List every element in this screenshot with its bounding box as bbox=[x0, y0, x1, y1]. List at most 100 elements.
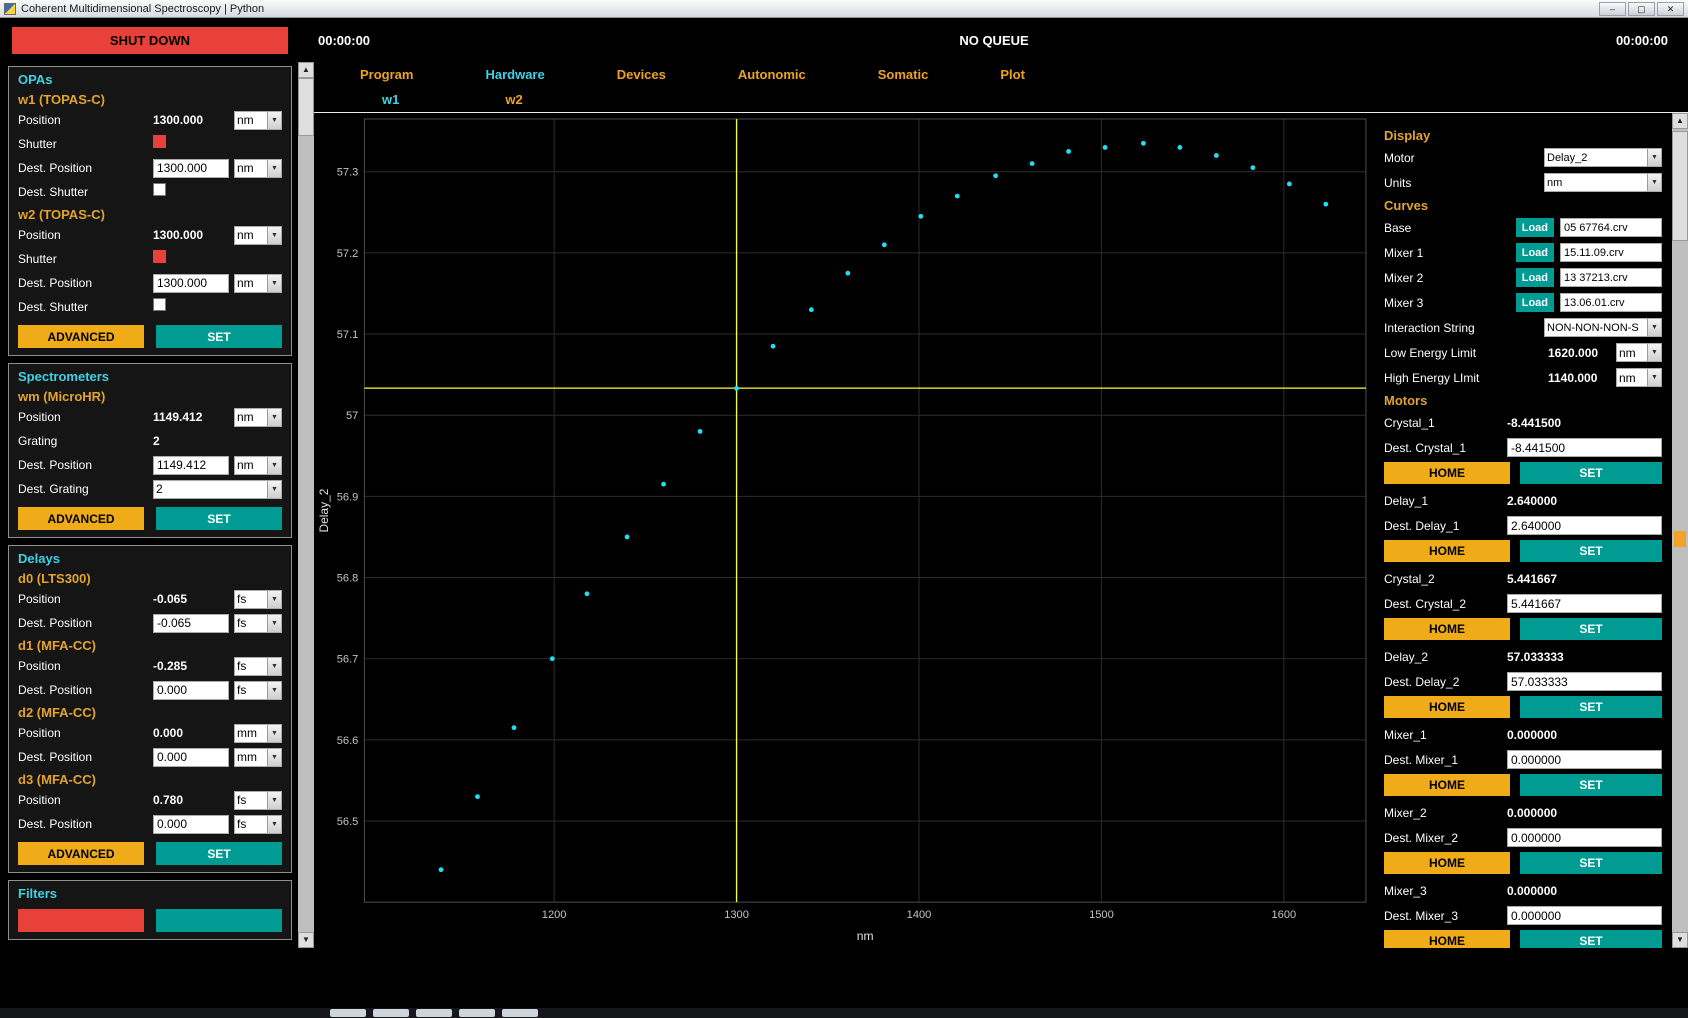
set-button[interactable]: SET bbox=[1520, 930, 1662, 948]
motor-dest-input[interactable] bbox=[1507, 672, 1662, 691]
set-button[interactable]: SET bbox=[156, 507, 282, 530]
units-select[interactable]: nm▼ bbox=[1544, 173, 1662, 192]
set-button[interactable]: SET bbox=[156, 325, 282, 348]
svg-text:nm: nm bbox=[857, 929, 874, 943]
units-combo[interactable]: fs▼ bbox=[234, 791, 282, 810]
set-button[interactable]: SET bbox=[1520, 852, 1662, 874]
set-button[interactable]: SET bbox=[1520, 696, 1662, 718]
chevron-down-icon: ▼ bbox=[267, 481, 281, 498]
scroll-up-icon[interactable]: ▲ bbox=[298, 62, 314, 78]
filters-partial-set-button[interactable] bbox=[156, 909, 282, 932]
units-combo[interactable]: nm▼ bbox=[234, 456, 282, 475]
taskbar-button[interactable] bbox=[459, 1009, 495, 1017]
set-button[interactable]: SET bbox=[1520, 774, 1662, 796]
curve-file-input[interactable] bbox=[1560, 218, 1662, 237]
home-button[interactable]: HOME bbox=[1384, 696, 1510, 718]
units-combo[interactable]: nm▼ bbox=[1616, 343, 1662, 362]
tab-hardware[interactable]: Hardware bbox=[485, 67, 544, 82]
advanced-button[interactable]: ADVANCED bbox=[18, 325, 144, 348]
interaction-string-select[interactable]: NON-NON-NON-S▼ bbox=[1544, 318, 1662, 337]
motor-dest-input[interactable] bbox=[1507, 594, 1662, 613]
dest-shutter-checkbox[interactable] bbox=[153, 183, 166, 196]
tab-program[interactable]: Program bbox=[360, 67, 413, 82]
units-combo[interactable]: nm▼ bbox=[234, 226, 282, 245]
scrollbar-thumb[interactable] bbox=[1672, 131, 1688, 241]
units-combo[interactable]: nm▼ bbox=[234, 408, 282, 427]
dest-position-input[interactable] bbox=[153, 614, 229, 633]
taskbar-button[interactable] bbox=[373, 1009, 409, 1017]
load-button[interactable]: Load bbox=[1516, 218, 1554, 237]
motor-dest-input[interactable] bbox=[1507, 516, 1662, 535]
home-button[interactable]: HOME bbox=[1384, 852, 1510, 874]
dest-position-input[interactable] bbox=[153, 815, 229, 834]
close-icon[interactable]: ✕ bbox=[1657, 2, 1684, 16]
units-combo[interactable]: nm▼ bbox=[234, 111, 282, 130]
tuning-curve-plot[interactable]: 1200130014001500160056.556.656.756.856.9… bbox=[314, 113, 1372, 948]
curve-file-input[interactable] bbox=[1560, 268, 1662, 287]
scroll-down-icon[interactable]: ▼ bbox=[1672, 932, 1688, 948]
filters-partial-button[interactable] bbox=[18, 909, 144, 932]
home-button[interactable]: HOME bbox=[1384, 540, 1510, 562]
curve-file-input[interactable] bbox=[1560, 243, 1662, 262]
units-combo[interactable]: nm▼ bbox=[1616, 368, 1662, 387]
dest-grating-combo[interactable]: 2▼ bbox=[153, 480, 282, 499]
dest-position-input[interactable] bbox=[153, 681, 229, 700]
advanced-button[interactable]: ADVANCED bbox=[18, 507, 144, 530]
motor-dest-input[interactable] bbox=[1507, 438, 1662, 457]
curve-file-input[interactable] bbox=[1560, 293, 1662, 312]
units-combo[interactable]: fs▼ bbox=[234, 657, 282, 676]
home-button[interactable]: HOME bbox=[1384, 462, 1510, 484]
load-button[interactable]: Load bbox=[1516, 268, 1554, 287]
dest-position-input[interactable] bbox=[153, 274, 229, 293]
units-combo[interactable]: nm▼ bbox=[234, 159, 282, 178]
taskbar-button[interactable] bbox=[502, 1009, 538, 1017]
dest-shutter-checkbox[interactable] bbox=[153, 298, 166, 311]
motor-position: 0.000000 bbox=[1507, 884, 1662, 898]
set-button[interactable]: SET bbox=[1520, 462, 1662, 484]
load-button[interactable]: Load bbox=[1516, 293, 1554, 312]
units-combo[interactable]: fs▼ bbox=[234, 590, 282, 609]
position-value: -0.285 bbox=[153, 659, 229, 673]
tab-somatic[interactable]: Somatic bbox=[878, 67, 929, 82]
home-button[interactable]: HOME bbox=[1384, 774, 1510, 796]
maximize-icon[interactable]: ▢ bbox=[1628, 2, 1655, 16]
motor-select[interactable]: Delay_2▼ bbox=[1544, 148, 1662, 167]
chevron-down-icon: ▼ bbox=[267, 275, 281, 292]
motor-dest-input[interactable] bbox=[1507, 906, 1662, 925]
units-combo[interactable]: fs▼ bbox=[234, 614, 282, 633]
tab-plot[interactable]: Plot bbox=[1000, 67, 1025, 82]
set-button[interactable]: SET bbox=[1520, 540, 1662, 562]
units-combo[interactable]: mm▼ bbox=[234, 748, 282, 767]
dest-shutter-label: Dest. Shutter bbox=[18, 300, 148, 314]
set-button[interactable]: SET bbox=[1520, 618, 1662, 640]
home-button[interactable]: HOME bbox=[1384, 618, 1510, 640]
motor-dest-input[interactable] bbox=[1507, 828, 1662, 847]
motor-dest-label: Dest. Mixer_1 bbox=[1384, 753, 1501, 767]
dest-position-input[interactable] bbox=[153, 748, 229, 767]
units-combo[interactable]: fs▼ bbox=[234, 681, 282, 700]
opas-panel: OPAs w1 (TOPAS-C) Position1300.000nm▼ Sh… bbox=[8, 66, 292, 356]
taskbar-button[interactable] bbox=[330, 1009, 366, 1017]
units-combo[interactable]: mm▼ bbox=[234, 724, 282, 743]
minimize-icon[interactable]: – bbox=[1599, 2, 1626, 16]
right-scrollbar[interactable]: ▲ ▼ bbox=[1672, 113, 1688, 948]
dest-position-input[interactable] bbox=[153, 159, 229, 178]
taskbar-button[interactable] bbox=[416, 1009, 452, 1017]
motor-dest-input[interactable] bbox=[1507, 750, 1662, 769]
load-button[interactable]: Load bbox=[1516, 243, 1554, 262]
tab-devices[interactable]: Devices bbox=[617, 67, 666, 82]
subtab-w1[interactable]: w1 bbox=[382, 92, 399, 107]
scroll-up-icon[interactable]: ▲ bbox=[1672, 113, 1688, 129]
units-combo[interactable]: fs▼ bbox=[234, 815, 282, 834]
scroll-down-icon[interactable]: ▼ bbox=[298, 932, 314, 948]
advanced-button[interactable]: ADVANCED bbox=[18, 842, 144, 865]
set-button[interactable]: SET bbox=[156, 842, 282, 865]
tab-autonomic[interactable]: Autonomic bbox=[738, 67, 806, 82]
scrollbar-thumb[interactable] bbox=[298, 78, 314, 136]
dest-position-input[interactable] bbox=[153, 456, 229, 475]
left-scrollbar[interactable]: ▲ ▼ bbox=[298, 62, 314, 948]
home-button[interactable]: HOME bbox=[1384, 930, 1510, 948]
units-combo[interactable]: nm▼ bbox=[234, 274, 282, 293]
shutdown-button[interactable]: SHUT DOWN bbox=[12, 27, 288, 54]
subtab-w2[interactable]: w2 bbox=[505, 92, 522, 107]
